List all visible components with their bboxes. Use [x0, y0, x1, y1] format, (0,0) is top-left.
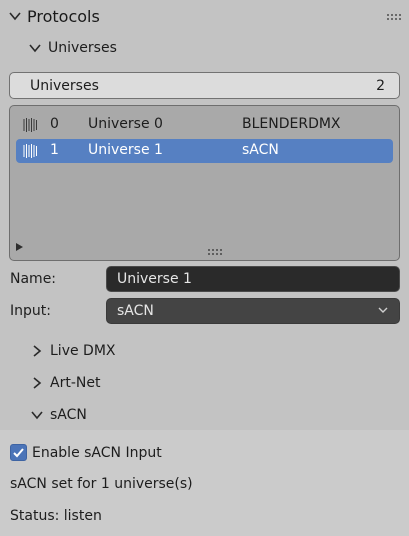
- checkmark-icon: [13, 448, 24, 458]
- subpanel-title: Live DMX: [50, 343, 116, 359]
- list-item[interactable]: 1 Universe 1 sACN: [16, 139, 393, 163]
- sacn-subpanel-header[interactable]: sACN: [30, 400, 87, 430]
- universe-list[interactable]: 0 Universe 0 BLENDERDMX 1 Universe 1 sAC…: [9, 105, 400, 261]
- enable-sacn-label: Enable sACN Input: [32, 444, 162, 461]
- input-value: sACN: [117, 303, 154, 319]
- list-resize-grip-icon[interactable]: [208, 243, 224, 255]
- name-value: Universe 1: [117, 271, 192, 287]
- chevron-down-icon: [8, 9, 22, 23]
- chevron-down-icon: [30, 408, 44, 422]
- universe-index: 0: [50, 116, 59, 132]
- subpanel-title: sACN: [50, 407, 87, 423]
- subpanel-title: Art-Net: [50, 375, 101, 391]
- universe-icon: [22, 143, 38, 159]
- enable-sacn-checkbox[interactable]: [10, 444, 27, 461]
- universe-input: sACN: [242, 142, 279, 158]
- universe-name: Universe 1: [88, 142, 163, 158]
- art-net-subpanel-header[interactable]: Art-Net: [30, 368, 100, 398]
- universes-subpanel-header[interactable]: Universes: [28, 33, 117, 63]
- chevron-right-icon: [30, 376, 44, 390]
- input-select[interactable]: sACN: [106, 298, 400, 324]
- sacn-set-text: sACN set for 1 universe(s): [10, 476, 193, 492]
- chevron-down-icon: [377, 304, 391, 318]
- universe-count-label: Universes: [30, 77, 99, 94]
- list-item[interactable]: 0 Universe 0 BLENDERDMX: [16, 113, 393, 137]
- panel-title: Protocols: [27, 6, 100, 26]
- universe-icon: [22, 117, 38, 133]
- enable-sacn-checkbox-row[interactable]: Enable sACN Input: [10, 444, 162, 461]
- chevron-down-icon: [28, 41, 42, 55]
- universe-name: Universe 0: [88, 116, 163, 132]
- chevron-right-icon: [30, 344, 44, 358]
- universe-count-field[interactable]: Universes 2: [9, 72, 400, 99]
- live-dmx-subpanel-header[interactable]: Live DMX: [30, 336, 116, 366]
- name-label: Name:: [10, 271, 57, 287]
- name-field[interactable]: Universe 1: [106, 266, 400, 292]
- sacn-status-text: Status: listen: [10, 508, 102, 524]
- universe-input: BLENDERDMX: [242, 116, 341, 132]
- drag-handle-icon[interactable]: [387, 10, 403, 20]
- universe-index: 1: [50, 142, 59, 158]
- subpanel-title: Universes: [48, 40, 117, 56]
- input-label: Input:: [10, 303, 51, 319]
- expand-filter-icon[interactable]: [14, 240, 24, 251]
- protocols-panel-header[interactable]: Protocols: [0, 0, 409, 32]
- universe-count-value: 2: [376, 77, 385, 94]
